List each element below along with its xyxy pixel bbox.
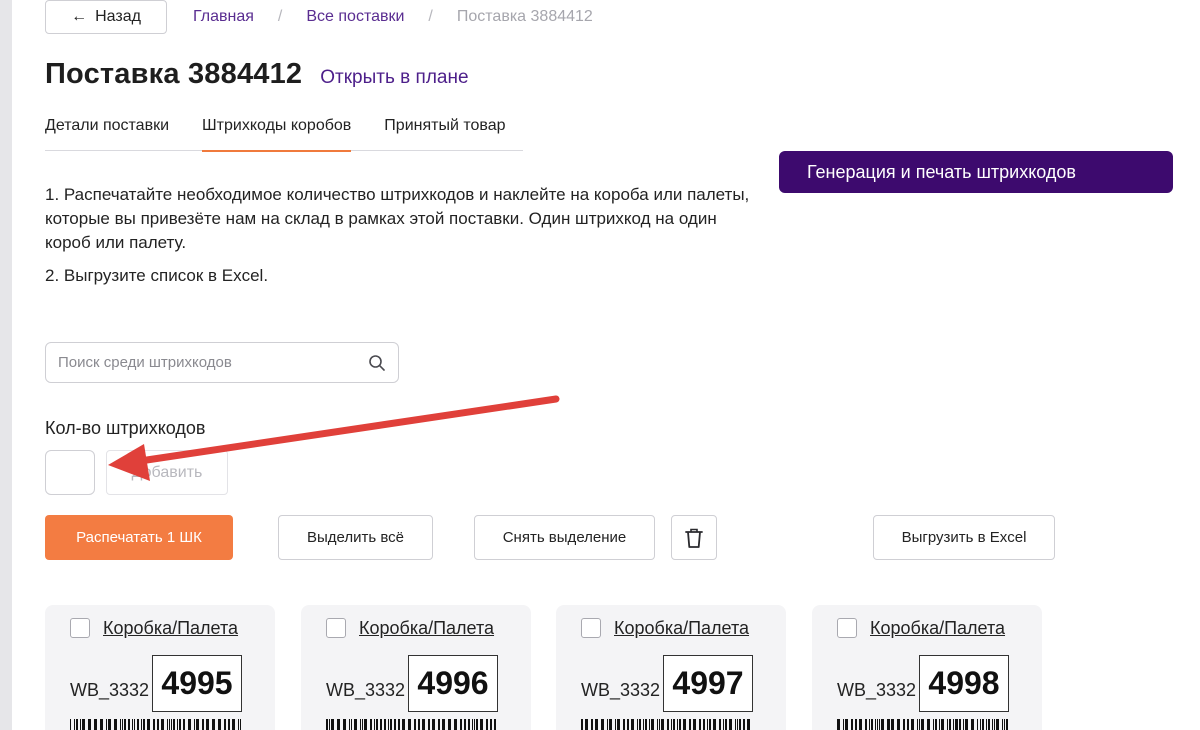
breadcrumb-current: Поставка 3884412 [456,8,593,25]
barcode-image [581,719,750,730]
card-number: 4997 [663,655,753,712]
barcode-search [45,342,399,383]
barcode-card: Коробка/Палета WB_3332 4995 [45,605,275,730]
tab-box-barcodes[interactable]: Штрихкоды коробов [202,106,352,152]
left-edge-strip [0,0,12,730]
delete-button[interactable] [671,515,717,560]
card-checkbox[interactable] [326,618,346,638]
breadcrumb-home[interactable]: Главная [193,8,254,26]
card-prefix: WB_3332 [326,680,406,700]
instruction-step-2: 2. Выгрузите список в Excel. [45,266,269,285]
card-checkbox[interactable] [837,618,857,638]
card-checkbox[interactable] [581,618,601,638]
back-label: Назад [95,8,141,25]
card-number: 4996 [408,655,498,712]
barcode-image [837,719,1008,730]
deselect-button[interactable]: Снять выделение [474,515,655,560]
open-in-plan-link[interactable]: Открыть в плане [320,67,468,89]
print-barcodes-button[interactable]: Распечатать 1 ШК [45,515,233,560]
page-title: Поставка 3884412 [45,58,303,90]
card-type-link[interactable]: Коробка/Палета [103,618,238,639]
export-excel-button[interactable]: Выгрузить в Excel [873,515,1055,560]
search-icon[interactable] [368,354,386,372]
barcode-card: Коробка/Палета WB_3332 4996 [301,605,531,730]
barcode-image [326,719,496,730]
barcode-card: Коробка/Палета WB_3332 4997 [556,605,786,730]
breadcrumb-separator: / [277,8,283,25]
barcode-card: Коробка/Палета WB_3332 4998 [812,605,1042,730]
card-prefix: WB_3332 [70,680,150,700]
instructions: 1. Распечатайте необходимое количество ш… [45,183,755,297]
breadcrumb-all-supplies[interactable]: Все поставки [306,8,404,26]
trash-icon [685,528,703,548]
breadcrumb-separator: / [428,8,433,25]
arrow-left-icon: ← [71,8,88,25]
breadcrumb: Главная / Все поставки / Поставка 388441… [193,0,593,34]
instruction-step-1: 1. Распечатайте необходимое количество ш… [45,185,750,252]
card-number: 4998 [919,655,1009,712]
generate-print-barcodes-button[interactable]: Генерация и печать штрихкодов [779,151,1173,193]
tab-bar: Детали поставки Штрихкоды коробов Принят… [45,106,523,152]
tab-supply-details[interactable]: Детали поставки [45,106,169,151]
barcode-count-label: Кол-во штрихкодов [45,418,206,438]
card-type-link[interactable]: Коробка/Палета [614,618,749,639]
card-number: 4995 [152,655,242,712]
back-button[interactable]: ← Назад [45,0,167,34]
card-prefix: WB_3332 [837,680,917,700]
card-type-link[interactable]: Коробка/Палета [359,618,494,639]
add-button[interactable]: Добавить [106,450,228,495]
search-input[interactable] [58,354,368,371]
card-prefix: WB_3332 [581,680,661,700]
tab-accepted-goods[interactable]: Принятый товар [384,106,505,151]
select-all-button[interactable]: Выделить всё [278,515,433,560]
title-row: Поставка 3884412 Открыть в плане [45,58,469,91]
card-type-link[interactable]: Коробка/Палета [870,618,1005,639]
barcode-image [70,719,241,730]
card-checkbox[interactable] [70,618,90,638]
barcode-count-input[interactable] [45,450,95,495]
